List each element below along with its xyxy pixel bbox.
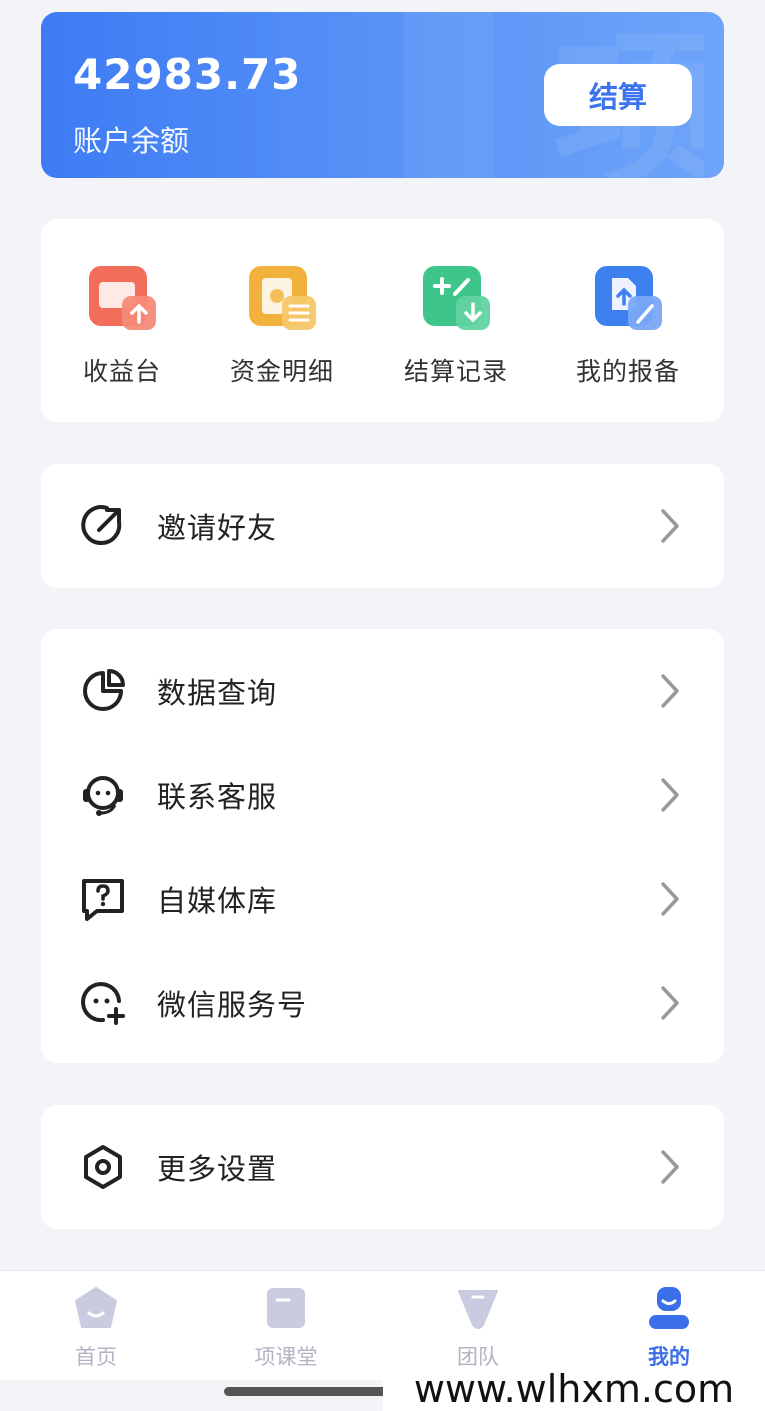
menu-row-media-library[interactable]: 自媒体库 (41, 847, 724, 951)
settle-button[interactable]: 结算 (544, 64, 692, 126)
quick-action-earnings[interactable]: 收益台 (47, 264, 197, 394)
menu-row-label: 数据查询 (157, 676, 278, 710)
balance-card: 项 42983.73 账户余额 结算 (41, 12, 724, 178)
home-icon (75, 1287, 117, 1328)
menu-row-invite[interactable]: 邀请好友 (41, 474, 724, 578)
menu-row-more-settings[interactable]: 更多设置 (41, 1115, 724, 1219)
team-icon (458, 1290, 498, 1329)
chevron-right-icon (661, 674, 679, 708)
share-arrow-icon (81, 505, 122, 546)
settings-card: 更多设置 (41, 1105, 724, 1229)
headset-icon (83, 776, 123, 816)
bottom-tab-bar: 首页 项课堂 团队 我的 (0, 1270, 765, 1380)
chevron-right-icon (661, 986, 679, 1020)
chevron-right-icon (661, 778, 679, 812)
tab-label: 项课堂 (254, 1345, 318, 1369)
tab-home[interactable]: 首页 (36, 1285, 156, 1375)
quick-action-label: 结算记录 (403, 357, 508, 386)
profile-icon (649, 1287, 689, 1329)
quick-action-settlement-records[interactable]: 结算记录 (381, 264, 531, 394)
tab-label: 首页 (75, 1345, 117, 1369)
tab-team[interactable]: 团队 (418, 1285, 538, 1375)
chevron-right-icon (661, 882, 679, 916)
menu-row-data-query[interactable]: 数据查询 (41, 639, 724, 743)
file-upload-icon (595, 266, 662, 330)
quick-actions-card: 收益台 资金明细 结算记录 我的报备 (41, 219, 724, 422)
menu-row-wechat-service[interactable]: 微信服务号 (41, 951, 724, 1055)
chevron-right-icon (661, 509, 679, 543)
menu-row-label: 邀请好友 (157, 511, 278, 545)
menu-row-label: 自媒体库 (157, 884, 278, 918)
quick-action-label: 资金明细 (229, 357, 334, 386)
quick-action-my-reports[interactable]: 我的报备 (553, 264, 703, 394)
wallet-upload-icon (89, 266, 156, 330)
pie-chart-icon (83, 669, 125, 711)
quick-action-label: 收益台 (82, 357, 161, 386)
main-menu-card: 数据查询 联系客服 自媒体库 微信服务号 (41, 629, 724, 1063)
book-icon (267, 1288, 305, 1328)
balance-amount: 42983.73 (73, 50, 302, 99)
quick-action-fund-details[interactable]: 资金明细 (207, 264, 357, 394)
balance-label: 账户余额 (73, 124, 190, 158)
chat-add-icon (81, 982, 125, 1025)
document-list-icon (249, 266, 316, 330)
calculator-download-icon (423, 266, 490, 330)
chevron-right-icon (661, 1150, 679, 1184)
invite-card: 邀请好友 (41, 464, 724, 588)
question-chat-icon (82, 879, 124, 921)
quick-action-label: 我的报备 (575, 357, 680, 386)
menu-row-label: 更多设置 (157, 1152, 278, 1186)
menu-row-customer-service[interactable]: 联系客服 (41, 743, 724, 847)
menu-row-label: 联系客服 (157, 780, 278, 814)
hexagon-gear-icon (84, 1145, 122, 1189)
menu-row-label: 微信服务号 (157, 988, 308, 1022)
site-watermark: www.wlhxm.com (383, 1366, 765, 1411)
tab-mine[interactable]: 我的 (609, 1285, 729, 1375)
tab-classroom[interactable]: 项课堂 (226, 1285, 346, 1375)
